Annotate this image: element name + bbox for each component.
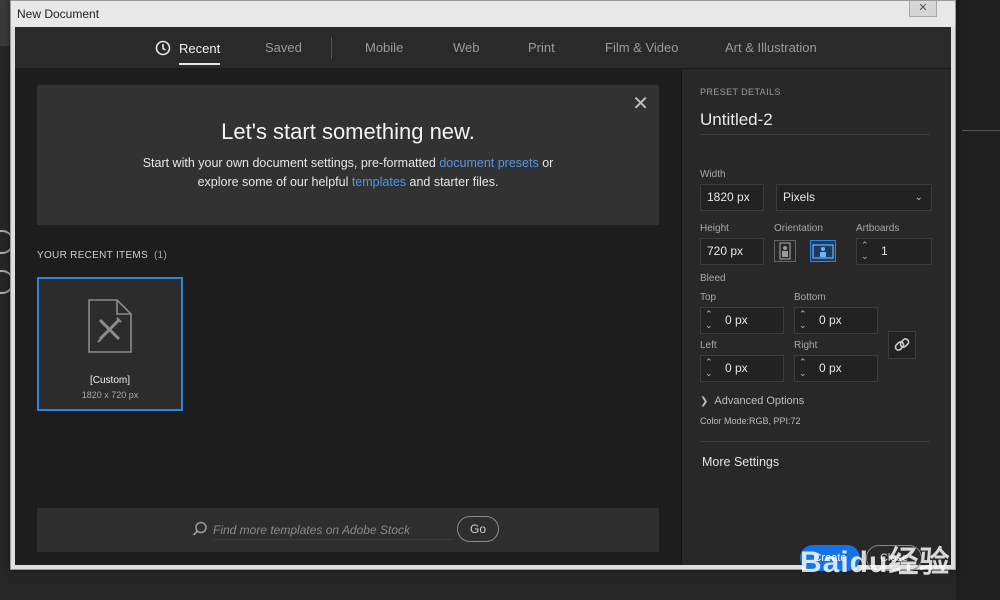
bleed-left-label: Left: [700, 340, 717, 351]
bleed-left-stepper[interactable]: ⌃ ⌄ 0 px: [700, 355, 784, 382]
color-mode-info: Color Mode:RGB, PPI:72: [700, 416, 801, 426]
stock-search-input[interactable]: [213, 520, 453, 540]
bleed-label: Bleed: [700, 273, 726, 284]
tab-film-video[interactable]: Film & Video: [605, 40, 678, 55]
tab-divider: [331, 37, 332, 59]
chevron-down-icon: ⌄: [799, 320, 807, 330]
banner-text: or: [538, 156, 554, 170]
bleed-top-value: 0 px: [725, 313, 748, 327]
title-bar: New Document ✕: [11, 1, 955, 27]
advanced-options-label: Advanced Options: [714, 395, 805, 407]
chevron-up-icon: ⌃: [799, 309, 807, 319]
bleed-top-label: Top: [700, 292, 717, 303]
clock-icon: [155, 40, 171, 56]
height-input[interactable]: 720 px: [700, 238, 764, 265]
banner-heading: Let's start something new.: [221, 119, 475, 144]
more-settings-button[interactable]: More Settings: [702, 455, 779, 469]
link-icon: [894, 338, 910, 351]
chevron-up-icon: ⌃: [861, 240, 869, 250]
main-area: ✕ Let's start something new. Start with …: [15, 69, 681, 565]
window-close-button[interactable]: ✕: [909, 1, 937, 17]
tab-mobile[interactable]: Mobile: [365, 40, 403, 55]
bleed-right-label: Right: [794, 340, 818, 351]
dialog-content: Recent Saved Mobile Web Print Film & Vid…: [15, 27, 951, 579]
link-bleed-button[interactable]: [888, 331, 916, 359]
welcome-banner: ✕ Let's start something new. Start with …: [37, 85, 659, 225]
chevron-down-icon: ⌄: [705, 320, 713, 330]
banner-text-line2: explore some of our helpful templates an…: [37, 175, 659, 189]
chevron-down-icon: ⌄: [861, 251, 869, 261]
bleed-right-value: 0 px: [819, 361, 842, 375]
active-tab-indicator: [179, 63, 221, 65]
landscape-orientation-button[interactable]: [810, 240, 836, 262]
preset-details-heading: PRESET DETAILS: [700, 87, 781, 97]
new-document-dialog: New Document ✕ Recent Saved Mobile Web P…: [10, 0, 956, 579]
banner-text: explore some of our helpful: [197, 175, 352, 189]
chevron-down-icon: ⌄: [799, 368, 807, 378]
stepper-arrows[interactable]: ⌃ ⌄: [701, 308, 719, 333]
chevron-up-icon: ⌃: [799, 357, 807, 367]
document-name-input[interactable]: Untitled-2: [700, 109, 930, 135]
portrait-orientation-button[interactable]: [774, 240, 796, 262]
background-panel: [956, 0, 1000, 600]
bleed-bottom-stepper[interactable]: ⌃ ⌄ 0 px: [794, 307, 878, 334]
chevron-down-icon: ⌄: [914, 192, 923, 203]
adobe-stock-search-bar: Go: [37, 508, 659, 552]
width-input[interactable]: 1820 px: [700, 184, 764, 211]
banner-text: and starter files.: [406, 175, 499, 189]
bleed-bottom-value: 0 px: [819, 313, 842, 327]
chevron-down-icon: ⌄: [705, 368, 713, 378]
width-label: Width: [700, 169, 726, 180]
watermark-logo: Baidu经验: [800, 546, 951, 579]
stepper-arrows[interactable]: ⌃ ⌄: [795, 356, 813, 381]
artboards-label: Artboards: [856, 223, 900, 234]
document-file-icon: [88, 299, 132, 353]
tab-recent[interactable]: Recent: [155, 40, 221, 65]
stepper-arrows[interactable]: ⌃ ⌄: [795, 308, 813, 333]
search-icon: [192, 521, 207, 536]
bleed-left-value: 0 px: [725, 361, 748, 375]
panel-divider: [700, 441, 930, 442]
advanced-options-toggle[interactable]: ❯ Advanced Options: [700, 395, 804, 407]
preset-details-panel: PRESET DETAILS Untitled-2 Width 1820 px …: [681, 69, 951, 579]
document-presets-link[interactable]: document presets: [439, 156, 538, 170]
stepper-arrows[interactable]: ⌃ ⌄: [701, 356, 719, 381]
recent-count: (1): [154, 250, 168, 261]
bleed-right-stepper[interactable]: ⌃ ⌄ 0 px: [794, 355, 878, 382]
banner-text: Start with your own document settings, p…: [142, 156, 440, 170]
portrait-icon: [779, 242, 791, 260]
recent-items-heading: YOUR RECENT ITEMS (1): [37, 250, 167, 261]
recent-item-dimensions: 1820 x 720 px: [81, 390, 139, 400]
chevron-up-icon: ⌃: [705, 309, 713, 319]
banner-text-line1: Start with your own document settings, p…: [37, 156, 659, 170]
artboards-stepper[interactable]: ⌃ ⌄ 1: [856, 238, 932, 265]
tab-saved[interactable]: Saved: [265, 40, 302, 55]
tab-web[interactable]: Web: [453, 40, 480, 55]
chevron-up-icon: ⌃: [705, 357, 713, 367]
tab-art-illustration[interactable]: Art & Illustration: [725, 40, 817, 55]
tab-print[interactable]: Print: [528, 40, 555, 55]
window-title: New Document: [17, 7, 100, 21]
artboards-value: 1: [881, 244, 888, 258]
recent-item-name: [Custom]: [89, 375, 130, 386]
stepper-arrows[interactable]: ⌃ ⌄: [857, 239, 875, 264]
orientation-label: Orientation: [774, 223, 823, 234]
category-tabs: Recent Saved Mobile Web Print Film & Vid…: [15, 27, 951, 69]
chevron-right-icon: ❯: [700, 396, 709, 407]
bleed-top-stepper[interactable]: ⌃ ⌄ 0 px: [700, 307, 784, 334]
go-button[interactable]: Go: [457, 516, 499, 542]
landscape-icon: [812, 244, 834, 259]
recent-item-card[interactable]: [Custom] 1820 x 720 px: [37, 277, 183, 411]
recent-heading-label: YOUR RECENT ITEMS: [37, 250, 149, 261]
banner-close-icon[interactable]: ✕: [632, 91, 649, 116]
background-divider: [962, 130, 1000, 131]
units-value: Pixels: [783, 190, 816, 204]
templates-link[interactable]: templates: [352, 175, 406, 189]
bleed-bottom-label: Bottom: [794, 292, 826, 303]
tab-label: Recent: [179, 41, 221, 56]
units-select[interactable]: Pixels ⌄: [776, 184, 932, 211]
height-label: Height: [700, 223, 729, 234]
